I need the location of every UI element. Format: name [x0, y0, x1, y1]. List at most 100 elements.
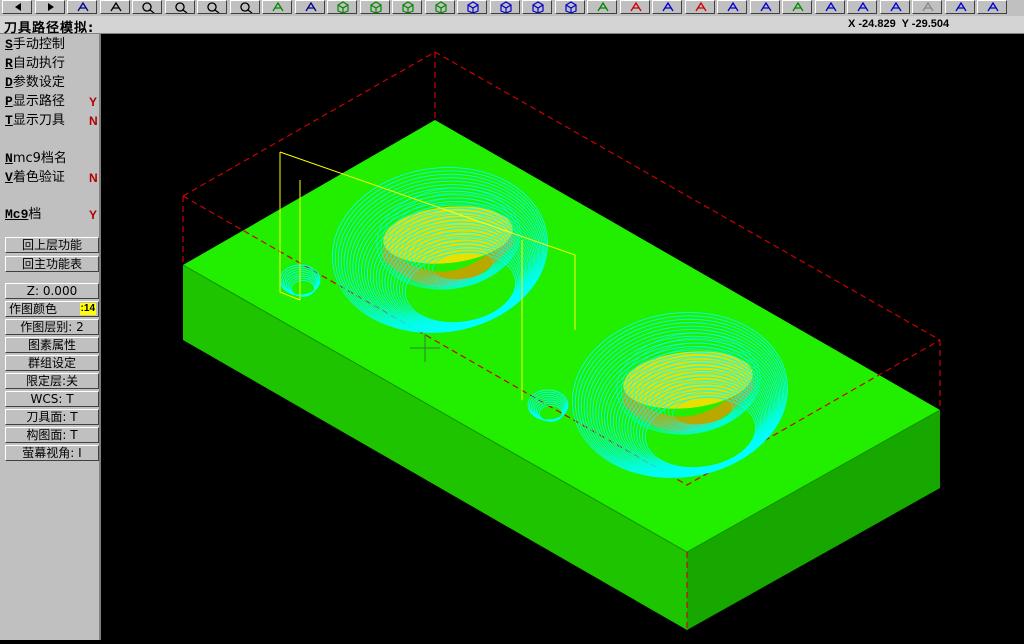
menu-item-hotkey: R [5, 56, 13, 71]
view-cube-1-icon [337, 1, 349, 13]
limit-layer-button[interactable]: 限定层:关 [5, 373, 99, 389]
menu-item-hotkey: D [5, 75, 13, 90]
help-icon [77, 1, 89, 12]
close-x-icon [922, 1, 934, 12]
repaint-icon [304, 1, 317, 12]
edit-button[interactable] [587, 0, 617, 14]
zoom-in-button[interactable] [132, 0, 162, 14]
menu-item-parameters[interactable]: D参数设定 [5, 74, 65, 92]
toolpath-button[interactable] [652, 0, 682, 14]
draw-color-value: :14 [79, 303, 96, 315]
view-cube-3-button[interactable] [392, 0, 422, 14]
arrow-right-button[interactable] [34, 0, 65, 14]
z-depth-button[interactable]: Z: 0.000 [5, 283, 99, 299]
menu-item-hotkey: V [5, 170, 13, 185]
layer-button[interactable] [782, 0, 812, 14]
menu-item-mc9-filename[interactable]: Nmc9档名 [5, 150, 67, 168]
view-cube-5-button[interactable] [457, 0, 487, 14]
view-cube-3-icon [402, 1, 414, 13]
menu-item-auto-run[interactable]: R自动执行 [5, 55, 65, 73]
view-cube-8-button[interactable] [554, 0, 585, 14]
view-cube-1-button[interactable] [327, 0, 357, 14]
layer-icon [792, 1, 804, 12]
repaint-button[interactable] [294, 0, 325, 14]
cursor-help-icon [109, 1, 122, 12]
draw-color-button[interactable]: 作图颜色 :14 [5, 301, 99, 317]
menu-item-hotkey: Mc9 [5, 207, 29, 222]
window-button[interactable] [977, 0, 1007, 14]
arrow-left-icon [15, 3, 21, 11]
undo-icon [727, 1, 739, 12]
view-cube-8-icon [564, 1, 577, 13]
point-button[interactable] [879, 0, 910, 14]
line-button[interactable] [847, 0, 877, 14]
z-icon [824, 1, 837, 12]
side-menu: S手动控制 R自动执行 D参数设定 P显示路径 Y T显示刀具 N Nmc9档名 V… [0, 34, 101, 640]
menu-item-manual-control[interactable]: S手动控制 [5, 36, 65, 54]
point-icon [889, 1, 902, 12]
zoom-out-button[interactable] [164, 0, 195, 14]
tool-plane-button[interactable]: 刀具面: T [5, 409, 99, 425]
help-button[interactable] [67, 0, 97, 14]
back-upper-level-button[interactable]: 回上层功能 [5, 237, 99, 253]
menu-item-flag: N [89, 114, 98, 128]
title-bar: 刀具路径模拟: X -24.829 Y -29.504 [0, 16, 1024, 36]
back-main-menu-button[interactable]: 回主功能表 [5, 256, 99, 272]
arc-icon [954, 1, 967, 12]
view-cube-5-icon [467, 1, 479, 13]
menu-item-hotkey: P [5, 94, 13, 109]
zoom-in-icon [142, 2, 155, 13]
pan-button[interactable] [262, 0, 292, 14]
zoom-prev-button[interactable] [229, 0, 260, 14]
line-icon [857, 1, 869, 12]
view-cube-2-button[interactable] [359, 0, 390, 14]
toolbar [0, 0, 1024, 17]
menu-item-label: 着色验证 [12, 170, 65, 185]
zoom-window-icon [207, 2, 220, 13]
sphere-icon [759, 1, 772, 12]
view-cube-6-icon [499, 1, 512, 13]
menu-item-label: 档 [28, 207, 42, 222]
screen-view-button[interactable]: 萤幕视角: I [5, 445, 99, 461]
toolpath-icon [662, 1, 674, 12]
menu-item-mc9-file[interactable]: Mc9档 Y [5, 206, 97, 224]
zoom-window-button[interactable] [197, 0, 227, 14]
cursor-help-button[interactable] [99, 0, 130, 14]
group-settings-button[interactable]: 群组设定 [5, 355, 99, 371]
view-cube-7-button[interactable] [522, 0, 552, 14]
sphere-button[interactable] [749, 0, 780, 14]
zoom-out-icon [174, 2, 187, 13]
menu-item-flag: Y [89, 208, 98, 222]
toolpath-2-button[interactable] [684, 0, 715, 14]
menu-item-show-tool[interactable]: T显示刀具 N [5, 112, 98, 130]
menu-item-label: 显示刀具 [12, 113, 65, 128]
view-cube-7-icon [532, 1, 544, 13]
construction-plane-button[interactable]: 构图面: T [5, 427, 99, 443]
toolpath-scene [182, 51, 941, 630]
arrow-left-button[interactable] [2, 0, 32, 14]
menu-item-label: 手动控制 [12, 37, 65, 52]
menu-item-label: 显示路径 [12, 94, 65, 109]
delete-button[interactable] [619, 0, 650, 14]
menu-item-label: 参数设定 [12, 75, 65, 90]
entity-attributes-button[interactable]: 图素属性 [5, 337, 99, 353]
view-cube-6-button[interactable] [489, 0, 520, 14]
delete-icon [629, 1, 642, 12]
arc-button[interactable] [944, 0, 975, 14]
menu-item-shaded-verify[interactable]: V着色验证 N [5, 169, 98, 187]
undo-button[interactable] [717, 0, 747, 14]
view-cube-4-icon [434, 1, 447, 13]
draw-layer-button[interactable]: 作图层别: 2 [5, 319, 99, 335]
z-button[interactable] [814, 0, 845, 14]
menu-item-label: 自动执行 [12, 56, 65, 71]
arrow-right-icon [47, 3, 54, 11]
edit-icon [597, 1, 609, 12]
pan-icon [272, 1, 284, 12]
view-cube-4-button[interactable] [424, 0, 455, 14]
menu-item-hotkey: N [5, 151, 13, 166]
graphics-viewport[interactable] [102, 34, 1024, 640]
menu-item-show-path[interactable]: P显示路径 Y [5, 93, 97, 111]
close-x-button[interactable] [912, 0, 942, 14]
view-cube-2-icon [369, 1, 382, 13]
wcs-button[interactable]: WCS: T [5, 391, 99, 407]
